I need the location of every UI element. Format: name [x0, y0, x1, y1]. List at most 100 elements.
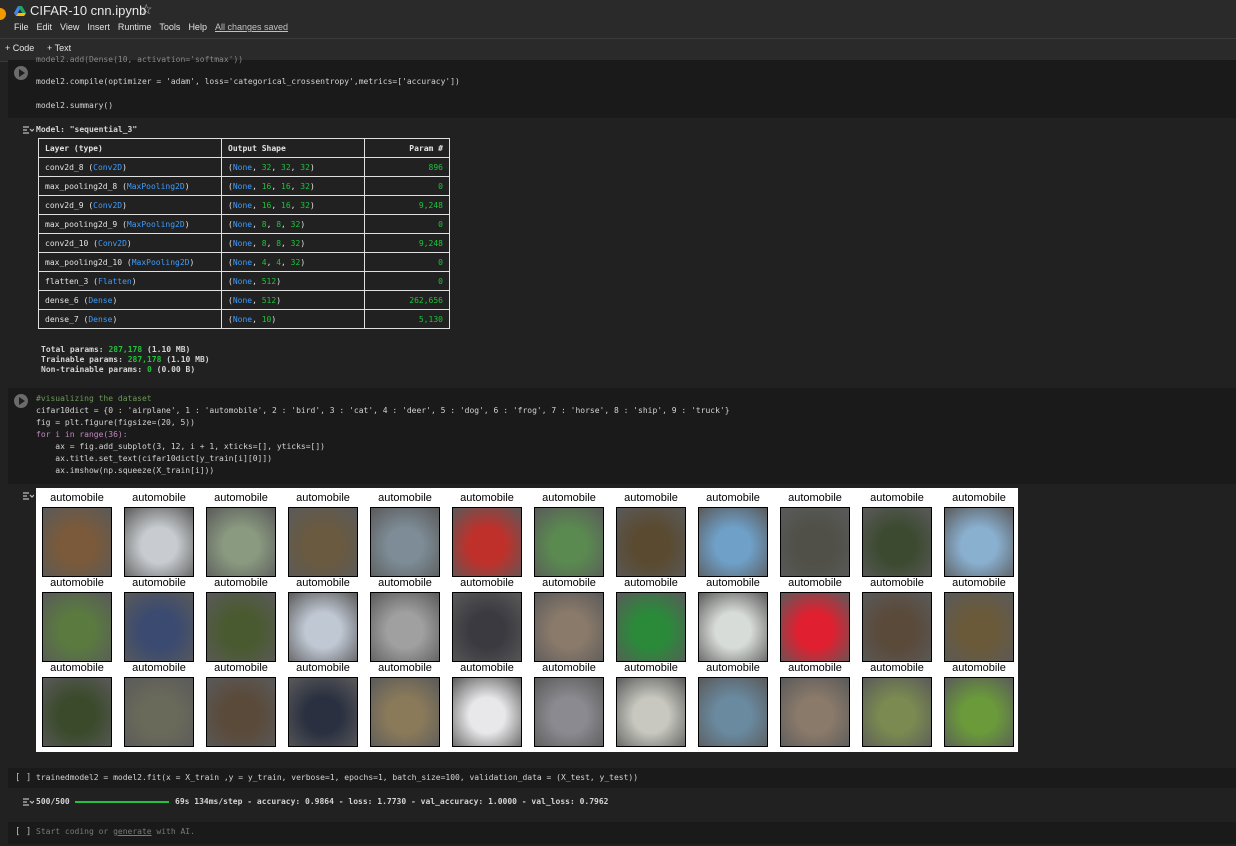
code-line-partial: model2.add(Dense(10, activation='softmax…: [36, 55, 244, 64]
subplot-title: automobile: [870, 577, 924, 589]
save-status-link[interactable]: All changes saved: [215, 22, 288, 32]
output-toggle-icon[interactable]: [22, 797, 34, 807]
subplot-title: automobile: [378, 577, 432, 589]
code-cell-compile[interactable]: model2.add(Dense(10, activation='softmax…: [8, 55, 1236, 118]
layer-cell: dense_7 (Dense): [38, 309, 222, 329]
code-cell-fit[interactable]: [ ] trainedmodel2 = model2.fit(x = X_tra…: [8, 768, 1236, 788]
subplot-title: automobile: [788, 662, 842, 674]
cifar-thumbnail: [616, 592, 686, 662]
subplot-title: automobile: [788, 492, 842, 504]
subplot-title: automobile: [214, 662, 268, 674]
model-title: Model: "sequential_3": [36, 125, 138, 134]
cifar-thumbnail: [452, 507, 522, 577]
progress-stats: 69s 134ms/step - accuracy: 0.9864 - loss…: [175, 797, 609, 806]
table-row: dense_6 (Dense) (None, 512) 262,656: [38, 290, 450, 310]
run-cell-button[interactable]: [14, 394, 28, 408]
subplot-title: automobile: [460, 492, 514, 504]
drive-icon[interactable]: [14, 5, 26, 17]
add-text-button[interactable]: + Text: [47, 43, 71, 53]
notebook-title[interactable]: CIFAR-10 cnn.ipynb: [30, 3, 146, 18]
code-line: trainedmodel2 = model2.fit(x = X_train ,…: [36, 773, 639, 782]
menu-tools[interactable]: Tools: [159, 22, 180, 32]
cifar-thumbnail: [42, 507, 112, 577]
layer-cell: conv2d_9 (Conv2D): [38, 195, 222, 215]
output-fit: 500/500 69s 134ms/step - accuracy: 0.986…: [8, 790, 1236, 814]
subplot-title: automobile: [460, 577, 514, 589]
cifar-thumbnail: [206, 592, 276, 662]
menu-insert[interactable]: Insert: [87, 22, 110, 32]
shape-cell: (None, 8, 8, 32): [221, 233, 365, 253]
run-cell-button[interactable]: [14, 66, 28, 80]
subplot-title: automobile: [378, 662, 432, 674]
layer-cell: max_pooling2d_9 (MaxPooling2D): [38, 214, 222, 234]
cifar-thumbnail: [616, 677, 686, 747]
cifar-thumbnail: [206, 507, 276, 577]
cifar-thumbnail: [370, 677, 440, 747]
image-grid-figure: automobile automobile automobile automobile…: [36, 488, 1018, 752]
cifar-thumbnail: [534, 592, 604, 662]
table-row: max_pooling2d_8 (MaxPooling2D) (None, 16,…: [38, 176, 450, 196]
layer-cell: conv2d_10 (Conv2D): [38, 233, 222, 253]
subplot-title: automobile: [542, 577, 596, 589]
cell-bracket[interactable]: [ ]: [15, 827, 31, 837]
menu-edit[interactable]: Edit: [37, 22, 53, 32]
cell-bracket[interactable]: [ ]: [15, 773, 31, 783]
subplot-title: automobile: [296, 492, 350, 504]
cifar-thumbnail: [370, 507, 440, 577]
star-icon[interactable]: ☆: [140, 1, 153, 18]
layer-cell: dense_6 (Dense): [38, 290, 222, 310]
subplot-title: automobile: [214, 577, 268, 589]
colab-logo[interactable]: [0, 8, 6, 20]
menu-help[interactable]: Help: [188, 22, 207, 32]
code-line: model2.summary(): [36, 101, 114, 110]
cifar-thumbnail: [452, 677, 522, 747]
menu-bar: File Edit View Insert Runtime Tools Help…: [14, 22, 288, 32]
cifar-thumbnail: [206, 677, 276, 747]
total-params: Total params: 287,178 (1.10 MB): [41, 345, 191, 354]
code-line: fig = plt.figure(figsize=(20, 5)): [36, 418, 195, 427]
play-icon: [19, 69, 25, 77]
subplot-title: automobile: [870, 662, 924, 674]
cifar-thumbnail: [124, 677, 194, 747]
cifar-thumbnail: [780, 592, 850, 662]
code-line: ax = fig.add_subplot(3, 12, i + 1, xtick…: [36, 442, 325, 451]
output-toggle-icon[interactable]: [22, 125, 34, 135]
subplot-title: automobile: [788, 577, 842, 589]
summary-table: Layer (type) Output Shape Param # conv2d…: [38, 138, 450, 329]
cifar-thumbnail: [42, 677, 112, 747]
cell-placeholder[interactable]: Start coding or generate with AI.: [36, 827, 195, 836]
params-cell: 0: [364, 176, 450, 196]
output-toggle-icon[interactable]: [22, 491, 34, 501]
subplot-title: automobile: [132, 662, 186, 674]
cifar-thumbnail: [288, 677, 358, 747]
progress-bar: [75, 801, 169, 803]
add-code-button[interactable]: + Code: [5, 43, 34, 53]
table-header-row: Layer (type) Output Shape Param #: [38, 138, 450, 158]
play-icon: [19, 397, 25, 405]
menu-file[interactable]: File: [14, 22, 29, 32]
params-cell: 9,248: [364, 195, 450, 215]
layer-cell: max_pooling2d_10 (MaxPooling2D): [38, 252, 222, 272]
notebook-header: CIFAR-10 cnn.ipynb ☆ File Edit View Inse…: [0, 0, 1236, 38]
subplot-title: automobile: [952, 492, 1006, 504]
layer-cell: conv2d_8 (Conv2D): [38, 157, 222, 177]
cifar-thumbnail: [370, 592, 440, 662]
subplot-title: automobile: [132, 577, 186, 589]
code-cell-empty[interactable]: [ ] Start coding or generate with AI.: [8, 822, 1236, 844]
subplot-title: automobile: [50, 662, 104, 674]
cifar-thumbnail: [780, 507, 850, 577]
code-cell-visualize[interactable]: #visualizing the dataset cifar10dict = {…: [8, 388, 1236, 484]
table-row: conv2d_8 (Conv2D) (None, 32, 32, 32) 896: [38, 157, 450, 177]
layer-cell: max_pooling2d_8 (MaxPooling2D): [38, 176, 222, 196]
cifar-thumbnail: [944, 592, 1014, 662]
subplot-title: automobile: [624, 662, 678, 674]
header-params: Param #: [364, 138, 450, 158]
menu-view[interactable]: View: [60, 22, 79, 32]
menu-runtime[interactable]: Runtime: [118, 22, 152, 32]
cifar-thumbnail: [698, 677, 768, 747]
generate-link[interactable]: generate: [113, 827, 152, 836]
table-row: dense_7 (Dense) (None, 10) 5,130: [38, 309, 450, 329]
subplot-title: automobile: [624, 577, 678, 589]
cifar-thumbnail: [862, 507, 932, 577]
shape-cell: (None, 8, 8, 32): [221, 214, 365, 234]
